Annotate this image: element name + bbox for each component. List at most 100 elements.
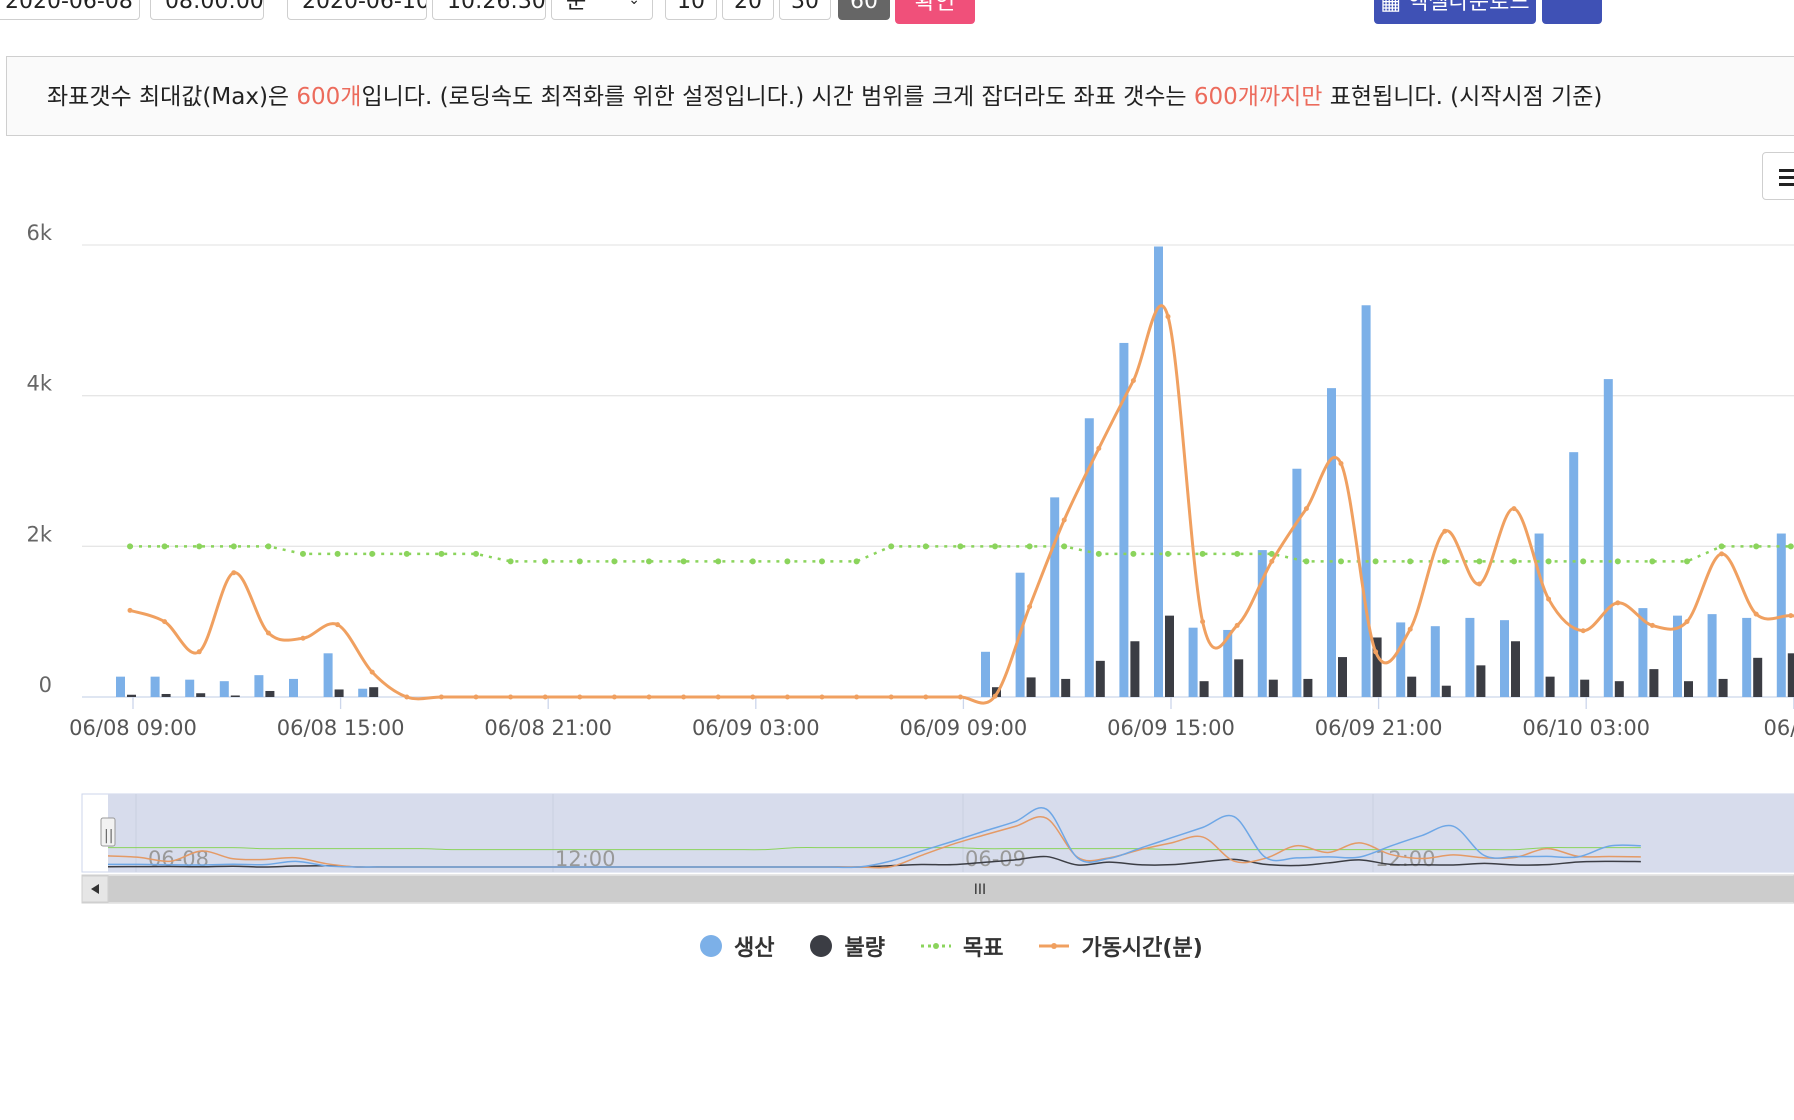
point-uptime[interactable] [473, 694, 479, 700]
point-target[interactable] [1130, 550, 1137, 557]
bar-defect[interactable] [1545, 676, 1555, 697]
bar-production[interactable] [1050, 497, 1060, 697]
point-target[interactable] [1580, 558, 1587, 565]
navigator-selected-range[interactable] [108, 794, 1794, 872]
point-target[interactable] [507, 558, 514, 565]
point-uptime[interactable] [335, 622, 341, 628]
point-target[interactable] [992, 543, 998, 550]
point-target[interactable] [680, 558, 687, 565]
bar-defect[interactable] [1234, 659, 1244, 697]
point-uptime[interactable] [611, 694, 617, 700]
point-target[interactable] [300, 550, 306, 557]
point-target[interactable] [1338, 558, 1344, 565]
point-target[interactable] [196, 543, 203, 550]
point-target[interactable] [1165, 550, 1171, 557]
bar-production[interactable] [1465, 617, 1475, 697]
point-uptime[interactable] [1649, 622, 1655, 628]
bar-production[interactable] [1569, 452, 1579, 697]
point-uptime[interactable] [1165, 314, 1171, 320]
bar-defect[interactable] [1407, 676, 1417, 697]
point-target[interactable] [715, 558, 722, 565]
point-target[interactable] [1753, 543, 1760, 550]
point-target[interactable] [265, 543, 272, 550]
point-uptime[interactable] [957, 694, 963, 700]
point-uptime[interactable] [1130, 378, 1136, 384]
point-uptime[interactable] [577, 694, 583, 700]
legend-item-defect[interactable]: 불량 [810, 930, 885, 962]
bar-defect[interactable] [1338, 657, 1347, 697]
point-target[interactable] [1061, 543, 1068, 550]
point-uptime[interactable] [1546, 596, 1552, 602]
point-uptime[interactable] [369, 669, 375, 675]
point-uptime[interactable] [923, 694, 929, 700]
bar-production[interactable] [1327, 388, 1336, 697]
point-target[interactable] [1511, 558, 1517, 565]
point-uptime[interactable] [992, 693, 998, 699]
bar-defect[interactable] [1095, 660, 1105, 697]
point-target[interactable] [230, 543, 237, 550]
point-uptime[interactable] [681, 694, 687, 700]
bar-production[interactable] [1430, 626, 1440, 697]
bar-production[interactable] [1500, 620, 1509, 697]
point-uptime[interactable] [1061, 517, 1067, 523]
point-target[interactable] [784, 558, 791, 565]
point-uptime[interactable] [1511, 506, 1517, 512]
bar-production[interactable] [358, 688, 368, 697]
point-uptime[interactable] [1373, 649, 1379, 655]
point-target[interactable] [1614, 558, 1621, 565]
point-target[interactable] [1026, 543, 1033, 550]
bar-production[interactable] [185, 679, 195, 697]
point-target[interactable] [1787, 543, 1794, 550]
bar-defect[interactable] [1614, 681, 1624, 697]
bar-defect[interactable] [161, 693, 171, 697]
bar-defect[interactable] [1026, 677, 1036, 697]
point-uptime[interactable] [1096, 445, 1102, 451]
point-uptime[interactable] [1269, 558, 1275, 564]
point-uptime[interactable] [784, 694, 790, 700]
point-uptime[interactable] [1476, 581, 1482, 587]
point-uptime[interactable] [819, 694, 825, 700]
point-uptime[interactable] [438, 694, 444, 700]
point-uptime[interactable] [127, 607, 133, 613]
bar-defect[interactable] [1718, 678, 1728, 697]
point-uptime[interactable] [715, 694, 721, 700]
bar-defect[interactable] [1580, 679, 1590, 697]
point-uptime[interactable] [1234, 622, 1240, 628]
bar-defect[interactable] [1476, 665, 1486, 697]
bar-defect[interactable] [1061, 678, 1071, 697]
point-uptime[interactable] [1442, 528, 1448, 534]
bar-defect[interactable] [1787, 653, 1794, 697]
bar-defect[interactable] [1303, 678, 1313, 697]
point-target[interactable] [749, 558, 756, 565]
bar-production[interactable] [981, 651, 990, 697]
legend-item-uptime[interactable]: 가동시간(분) [1039, 930, 1203, 962]
scrollbar-thumb[interactable] [108, 876, 1794, 902]
point-uptime[interactable] [1788, 613, 1794, 619]
bar-defect[interactable] [369, 687, 379, 697]
bar-production[interactable] [116, 676, 125, 697]
point-uptime[interactable] [1200, 619, 1206, 625]
point-target[interactable] [853, 558, 860, 565]
point-uptime[interactable] [300, 635, 306, 641]
point-target[interactable] [646, 558, 652, 565]
point-uptime[interactable] [162, 619, 168, 625]
point-target[interactable] [334, 550, 341, 557]
point-uptime[interactable] [1753, 611, 1759, 617]
point-uptime[interactable] [1615, 600, 1621, 606]
bar-defect[interactable] [1753, 657, 1763, 697]
point-target[interactable] [161, 543, 168, 550]
bar-production[interactable] [1361, 305, 1371, 697]
point-uptime[interactable] [404, 694, 410, 700]
bar-defect[interactable] [196, 693, 206, 697]
point-uptime[interactable] [542, 694, 548, 700]
bar-production[interactable] [1742, 617, 1752, 697]
legend-item-target[interactable]: 목표 [920, 930, 1003, 962]
point-uptime[interactable] [1303, 506, 1309, 512]
legend-item-production[interactable]: 생산 [700, 930, 774, 962]
point-target[interactable] [473, 550, 479, 557]
bar-production[interactable] [289, 678, 298, 697]
point-target[interactable] [1545, 558, 1552, 565]
bar-production[interactable] [1603, 379, 1613, 697]
point-target[interactable] [1303, 558, 1310, 565]
point-target[interactable] [1095, 550, 1102, 557]
